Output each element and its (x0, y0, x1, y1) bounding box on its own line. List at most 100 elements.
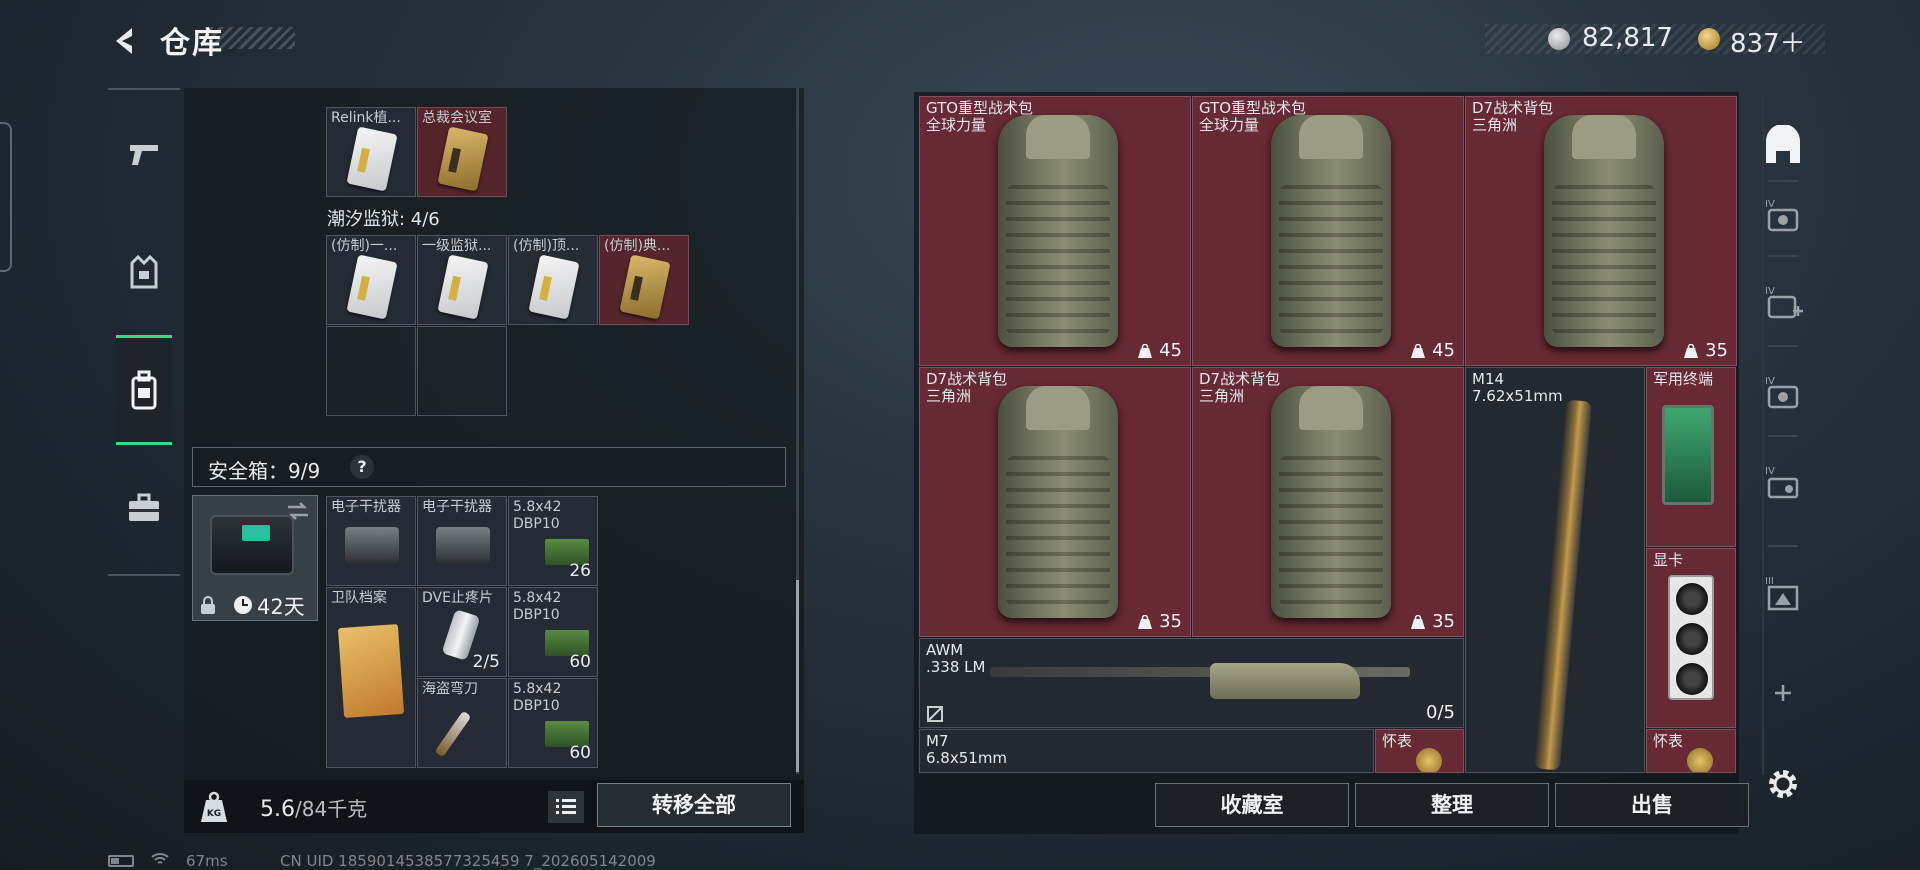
svg-text:III: III (1765, 576, 1774, 587)
empty-slot[interactable] (326, 326, 416, 416)
svg-text:IV: IV (1765, 466, 1775, 477)
no-attachment-icon (927, 706, 943, 722)
safe-item-ammo-3[interactable]: 5.8x42 DBP10 60 (508, 678, 598, 768)
container-add-icon: IV (1765, 286, 1803, 319)
item-name: 一级监狱... (422, 238, 492, 254)
document-icon (337, 624, 405, 718)
item-name: 怀表 (1653, 732, 1684, 750)
item-awm-rifle[interactable]: AWM .338 LM 0/5 (919, 638, 1464, 728)
tab-container-iv-1[interactable]: IV (1755, 188, 1811, 244)
item-gto-backpack-1[interactable]: GTO重型战术包 全球力量 45 (919, 96, 1191, 366)
item-name: 总裁会议室 (422, 110, 492, 126)
safe-item-ammo-2[interactable]: 5.8x42 DBP10 60 (508, 587, 598, 677)
collection-room-button[interactable]: 收藏室 (1155, 783, 1349, 827)
item-d7-backpack-1[interactable]: D7战术背包 三角洲 35 (1465, 96, 1737, 366)
item-name: 电子干扰器 (422, 499, 492, 515)
item-name: DVE止疼片 (422, 590, 493, 606)
item-pocket-watch-2[interactable]: 怀表 (1646, 729, 1736, 773)
keycard-icon (346, 126, 398, 192)
plus-icon (1775, 685, 1791, 701)
awm-stock (1210, 663, 1360, 699)
back-arrow-icon[interactable] (108, 24, 142, 58)
item-cell-tide-2[interactable]: 一级监狱... (417, 235, 507, 325)
item-cell-relink[interactable]: Relink植... (326, 107, 416, 197)
safe-item-cutlass[interactable]: 海盗弯刀 (417, 678, 507, 768)
item-count: 60 (569, 652, 591, 672)
tab-container-iv-3[interactable]: IV (1755, 365, 1811, 421)
side-drawer-handle[interactable] (0, 122, 12, 272)
svg-text:IV: IV (1765, 286, 1775, 297)
tab-container-iv-4[interactable]: IV (1755, 455, 1811, 511)
safe-box-label: 安全箱：9/9 (208, 459, 321, 483)
backpack-image (1271, 386, 1391, 618)
battery-icon (108, 855, 134, 867)
settings-button[interactable] (1755, 756, 1811, 812)
svg-text:KG: KG (207, 809, 221, 819)
item-cell-tide-3[interactable]: (仿制)顶... (508, 235, 598, 325)
item-cell-tide-1[interactable]: (仿制)一... (326, 235, 416, 325)
safe-item-painkiller[interactable]: DVE止疼片 2/5 (417, 587, 507, 677)
capacity-icon (1411, 614, 1426, 629)
capacity-badge: 35 (1137, 611, 1182, 632)
weight-kg-icon: KG (201, 791, 227, 822)
safe-item-guard-file[interactable]: 卫队档案 (326, 587, 416, 768)
container-tier-icon: IV (1765, 199, 1799, 232)
tab-weapons[interactable] (116, 123, 172, 183)
swap-icon[interactable] (286, 501, 310, 521)
capacity-badge: 35 (1683, 340, 1728, 361)
pistol-icon (130, 145, 158, 165)
gold-currency-amount[interactable]: 837＋ (1730, 23, 1806, 60)
item-name: M7 6.8x51mm (926, 732, 1008, 767)
tab-separator (1768, 255, 1798, 257)
tab-separator (1768, 545, 1798, 547)
tab-separator (1768, 345, 1798, 347)
item-d7-backpack-2[interactable]: D7战术背包 三角洲 35 (919, 367, 1191, 637)
user-uid: CN UID 1859014538577325459 7_20260514200… (280, 852, 656, 870)
container-case-icon: IV (1765, 466, 1799, 499)
item-name: 军用终端 (1653, 370, 1714, 388)
item-count: 60 (569, 743, 591, 763)
safe-item-jammer-1[interactable]: 电子干扰器 (326, 496, 416, 586)
safe-item-ammo-1[interactable]: 5.8x42 DBP10 26 (508, 496, 598, 586)
item-count: 26 (569, 561, 591, 581)
sell-button[interactable]: 出售 (1555, 783, 1749, 827)
tab-backpack[interactable] (116, 335, 172, 445)
safe-item-jammer-2[interactable]: 电子干扰器 (417, 496, 507, 586)
jammer-icon (345, 527, 399, 563)
title-decoration (210, 27, 295, 49)
vest-icon (130, 255, 158, 289)
empty-slot[interactable] (417, 326, 507, 416)
transfer-all-button[interactable]: 转移全部 (597, 783, 791, 827)
item-name: (仿制)一... (331, 238, 398, 254)
weight-max: /84千克 (295, 797, 368, 821)
add-container-button[interactable] (1755, 665, 1811, 721)
list-icon (556, 799, 576, 814)
item-count: 2/5 (472, 652, 500, 672)
item-cell-boardroom[interactable]: 总裁会议室 (417, 107, 507, 197)
briefcase-icon (129, 493, 159, 521)
item-m7-rifle[interactable]: M7 6.8x51mm (919, 729, 1374, 773)
item-name: 电子干扰器 (331, 499, 401, 515)
capacity-badge: 45 (1410, 340, 1455, 361)
item-gto-backpack-2[interactable]: GTO重型战术包 全球力量 45 (1192, 96, 1464, 366)
item-pocket-watch-1[interactable]: 怀表 (1375, 729, 1464, 773)
weight-display: 5.6/84千克 (260, 793, 367, 822)
tab-separator (1768, 435, 1798, 437)
item-d7-backpack-3[interactable]: D7战术背包 三角洲 35 (1192, 367, 1464, 637)
safe-box-icon (210, 515, 294, 575)
wifi-icon (151, 853, 169, 864)
list-view-button[interactable] (548, 791, 584, 823)
item-cell-tide-4[interactable]: (仿制)典... (599, 235, 689, 325)
section-tide-prison: 潮汐监狱: 4/6 (327, 209, 440, 230)
tab-briefcase[interactable] (116, 478, 172, 538)
capacity-icon (1138, 614, 1153, 629)
tab-equipment[interactable] (116, 243, 172, 303)
storage-scrollbar-thumb[interactable] (796, 580, 799, 772)
tab-container-iv-2[interactable]: IV (1755, 275, 1811, 331)
item-name: 卫队档案 (331, 590, 387, 606)
organize-button[interactable]: 整理 (1355, 783, 1549, 827)
tab-container-main[interactable] (1755, 118, 1811, 174)
help-icon[interactable]: ? (350, 455, 374, 479)
keycard-icon (437, 126, 489, 192)
tab-container-iii[interactable]: III (1755, 565, 1811, 621)
